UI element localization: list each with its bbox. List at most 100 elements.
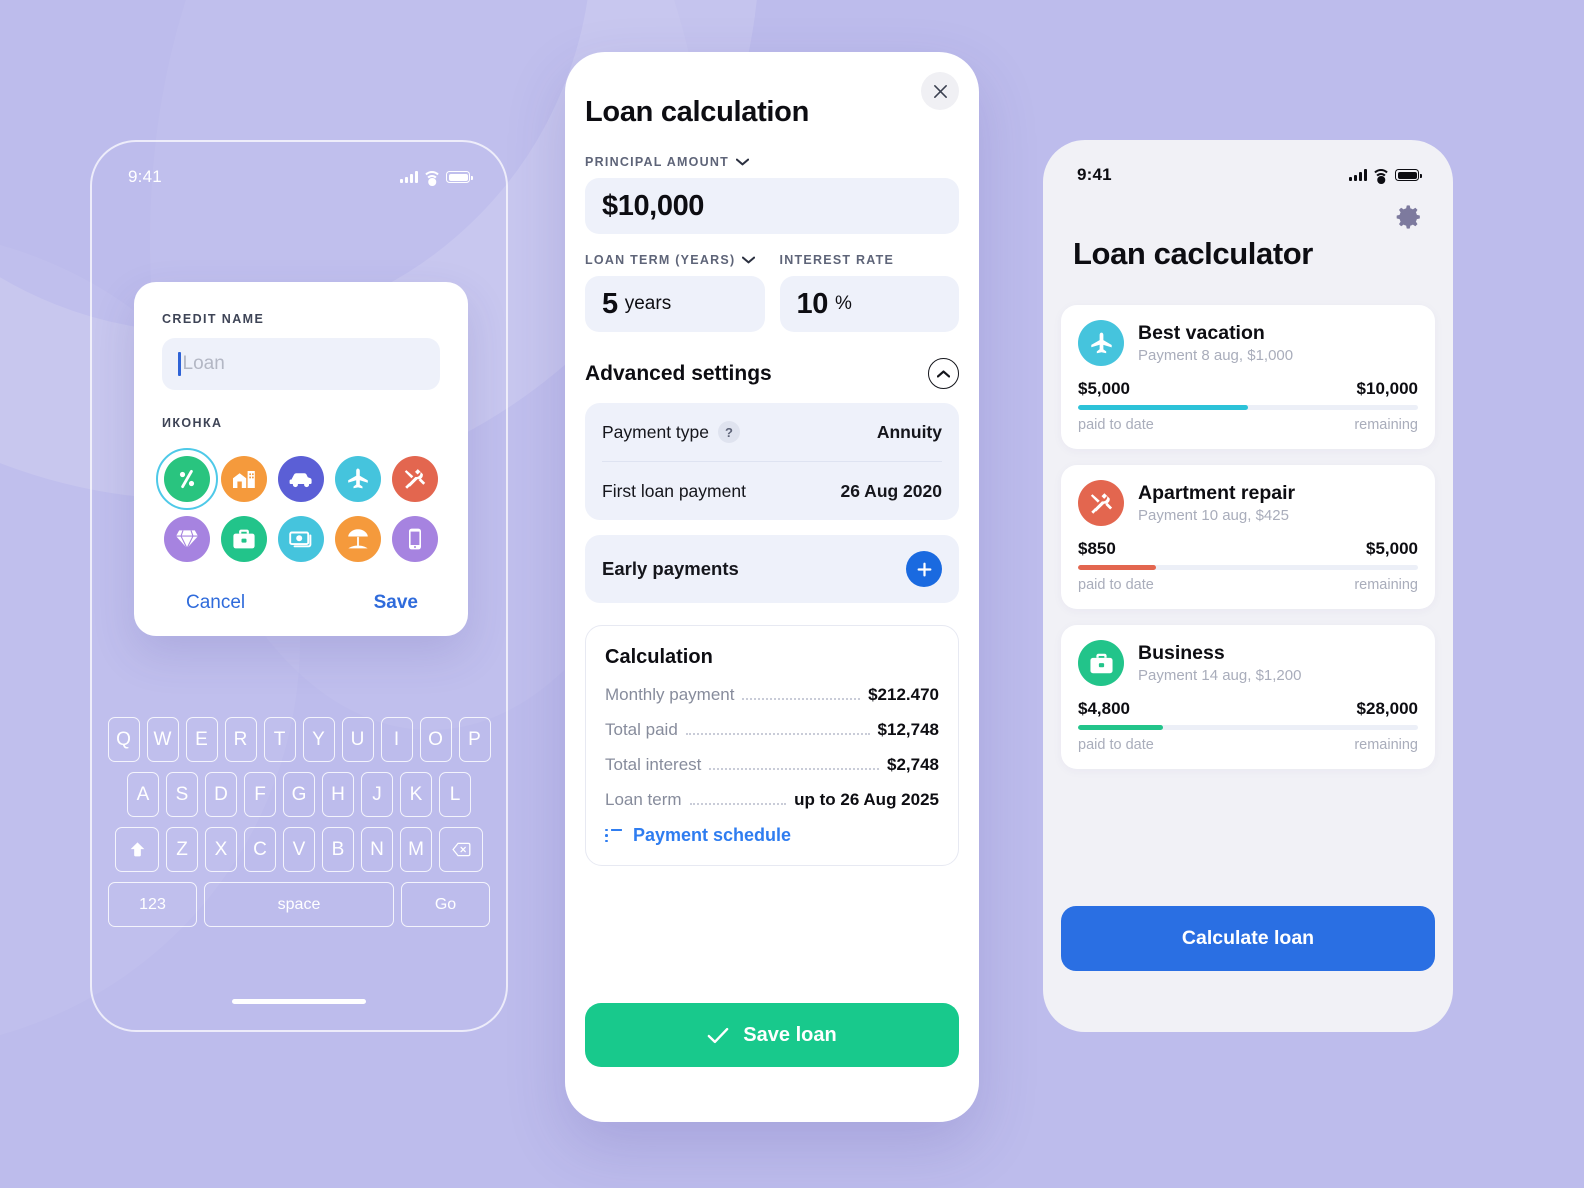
save-button[interactable]: Save <box>374 592 418 614</box>
signal-icon <box>1349 169 1367 181</box>
loan-total-amount: $5,000 <box>1366 539 1418 558</box>
icon-option-cash[interactable] <box>276 516 325 562</box>
cancel-button[interactable]: Cancel <box>186 592 245 614</box>
loan-paid-amount: $4,800 <box>1078 699 1130 718</box>
loan-list: Best vacation Payment 8 aug, $1,000 $5,000… <box>1061 305 1435 785</box>
chevron-down-icon <box>736 158 750 166</box>
phone-left-credit-name-screen: 9:41 CREDIT NAME Loan ИКОНКА Cancel Save… <box>90 140 508 1032</box>
advanced-settings-title: Advanced settings <box>585 361 772 385</box>
calculate-loan-button[interactable]: Calculate loan <box>1061 906 1435 971</box>
key-f[interactable]: F <box>244 772 276 817</box>
backspace-key[interactable] <box>439 827 483 872</box>
key-t[interactable]: T <box>263 717 296 762</box>
loan-card[interactable]: Apartment repair Payment 10 aug, $425 $850… <box>1061 465 1435 609</box>
key-g[interactable]: G <box>283 772 315 817</box>
icon-option-tools[interactable] <box>391 456 440 502</box>
loan-subtitle: Payment 10 aug, $425 <box>1138 506 1289 524</box>
loan-subtitle: Payment 8 aug, $1,000 <box>1138 346 1294 364</box>
key-s[interactable]: S <box>166 772 198 817</box>
gear-icon[interactable] <box>1393 202 1423 237</box>
chevron-up-icon[interactable] <box>928 358 959 389</box>
first-loan-payment-row[interactable]: First loan payment 26 Aug 2020 <box>602 461 942 520</box>
loan-card[interactable]: Best vacation Payment 8 aug, $1,000 $5,000… <box>1061 305 1435 449</box>
loan-term-input[interactable]: 5 years <box>585 276 765 332</box>
first-loan-payment-value: 26 Aug 2020 <box>840 480 943 501</box>
key-v[interactable]: V <box>283 827 315 872</box>
icon-picker-grid <box>162 456 440 562</box>
page-title: Loan caclculator <box>1073 236 1313 271</box>
credit-name-input[interactable]: Loan <box>162 338 440 390</box>
go-key[interactable]: Go <box>401 882 490 927</box>
phone-center-loan-calculation-sheet: Loan calculation PRINCIPAL AMOUNT $10,00… <box>565 52 979 1122</box>
close-icon[interactable] <box>921 72 959 110</box>
early-payments-panel[interactable]: Early payments <box>585 535 959 603</box>
space-key[interactable]: space <box>204 882 394 927</box>
paid-caption: paid to date <box>1078 417 1154 433</box>
key-k[interactable]: K <box>400 772 432 817</box>
key-m[interactable]: M <box>400 827 432 872</box>
key-z[interactable]: Z <box>166 827 198 872</box>
interest-rate-label: INTEREST RATE <box>779 253 895 267</box>
interest-rate-input[interactable]: 10 % <box>779 276 959 332</box>
icon-option-percent[interactable] <box>162 456 211 502</box>
numbers-key[interactable]: 123 <box>108 882 197 927</box>
phone-right-loan-list-screen: 9:41 Loan caclculator Best vacation Payme… <box>1043 140 1453 1032</box>
keyboard-row-1: QWERTYUIOP <box>104 717 494 762</box>
icon-option-plane[interactable] <box>334 456 383 502</box>
key-x[interactable]: X <box>205 827 237 872</box>
payment-type-value: Annuity <box>876 421 942 442</box>
key-e[interactable]: E <box>185 717 218 762</box>
payment-type-row[interactable]: Payment type ? Annuity <box>602 403 942 461</box>
diamond-icon <box>163 516 210 562</box>
key-r[interactable]: R <box>224 717 257 762</box>
key-c[interactable]: C <box>244 827 276 872</box>
building-icon <box>220 456 267 502</box>
key-y[interactable]: Y <box>302 717 335 762</box>
icon-option-diamond[interactable] <box>162 516 211 562</box>
shift-key[interactable] <box>115 827 159 872</box>
key-o[interactable]: O <box>419 717 452 762</box>
principal-amount-label[interactable]: PRINCIPAL AMOUNT <box>585 155 959 169</box>
key-u[interactable]: U <box>341 717 374 762</box>
key-w[interactable]: W <box>146 717 179 762</box>
key-b[interactable]: B <box>322 827 354 872</box>
icon-option-umbrella[interactable] <box>334 516 383 562</box>
key-h[interactable]: H <box>322 772 354 817</box>
key-i[interactable]: I <box>380 717 413 762</box>
loan-total-amount: $10,000 <box>1356 379 1418 398</box>
icon-option-phone[interactable] <box>391 516 440 562</box>
leader-dots <box>689 803 787 805</box>
key-n[interactable]: N <box>361 827 393 872</box>
keyboard-row-2: ASDFGHJKL <box>104 772 494 817</box>
calculation-row-value: up to 26 Aug 2025 <box>794 790 939 809</box>
calculation-card: Calculation Monthly payment $212.470 Total… <box>585 625 959 866</box>
remaining-caption: remaining <box>1354 577 1418 593</box>
leader-dots <box>685 733 870 735</box>
loan-term-label[interactable]: LOAN TERM (YEARS) <box>585 253 765 267</box>
loan-card[interactable]: Business Payment 14 aug, $1,200 $4,800 $28,… <box>1061 625 1435 769</box>
icon-option-building[interactable] <box>219 456 268 502</box>
key-j[interactable]: J <box>361 772 393 817</box>
save-loan-button[interactable]: Save loan <box>585 1003 959 1067</box>
key-q[interactable]: Q <box>107 717 140 762</box>
plus-icon[interactable] <box>906 551 942 587</box>
key-l[interactable]: L <box>439 772 471 817</box>
calculation-row: Total paid $12,748 <box>605 720 939 740</box>
status-clock: 9:41 <box>1077 165 1112 184</box>
key-d[interactable]: D <box>205 772 237 817</box>
icon-option-car[interactable] <box>276 456 325 502</box>
paid-caption: paid to date <box>1078 737 1154 753</box>
icon-option-briefcase[interactable] <box>219 516 268 562</box>
key-p[interactable]: P <box>458 717 491 762</box>
wifi-icon <box>422 171 442 186</box>
key-a[interactable]: A <box>127 772 159 817</box>
principal-amount-input[interactable]: $10,000 <box>585 178 959 234</box>
cash-icon <box>277 516 324 562</box>
leader-dots <box>742 698 861 700</box>
help-icon[interactable]: ? <box>718 421 740 443</box>
credit-name-modal: CREDIT NAME Loan ИКОНКА Cancel Save <box>134 282 468 636</box>
calculation-row: Loan term up to 26 Aug 2025 <box>605 790 939 810</box>
payment-schedule-link[interactable]: Payment schedule <box>605 825 939 846</box>
text-caret <box>178 352 181 376</box>
calculation-row-value: $12,748 <box>877 720 939 739</box>
